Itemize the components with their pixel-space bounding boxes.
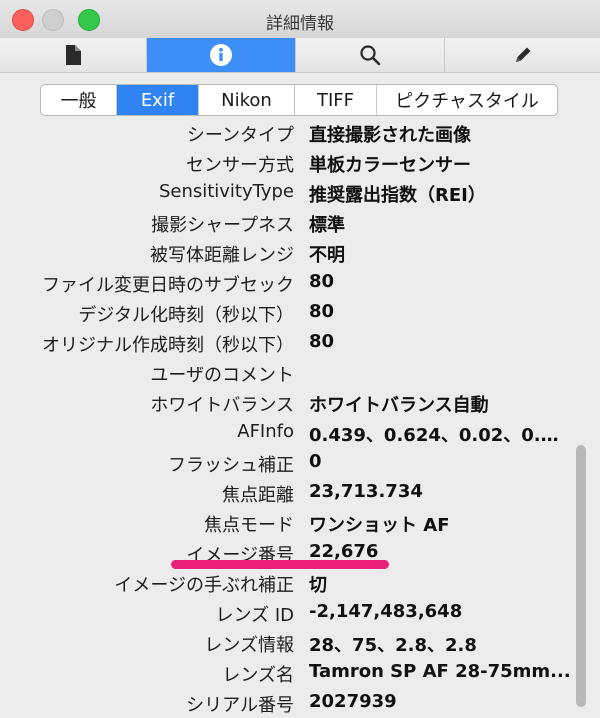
row-label: オリジナル作成時刻（秒以下） xyxy=(42,335,294,356)
table-row: シーンタイプ 直接撮影された画像 xyxy=(0,125,600,149)
metadata-segmented-control: 一般 Exif Nikon TIFF ピクチャスタイル xyxy=(40,84,558,116)
row-value: 80 xyxy=(309,271,335,292)
segment-exif[interactable]: Exif xyxy=(117,85,199,115)
segment-general[interactable]: 一般 xyxy=(41,85,117,115)
row-value: 80 xyxy=(309,331,335,352)
table-row: デジタル化時刻（秒以下） 80 xyxy=(0,299,600,329)
table-row: ユーザのコメント xyxy=(0,359,600,389)
row-value: ホワイトバランス自動 xyxy=(309,395,489,416)
table-row: 被写体距離レンジ 不明 xyxy=(0,239,600,269)
table-row: オリジナル作成時刻（秒以下） 80 xyxy=(0,329,600,359)
table-row: 撮影シャープネス 標準 xyxy=(0,209,600,239)
table-row: レンズ ID -2,147,483,648 xyxy=(0,599,600,629)
document-icon xyxy=(64,44,82,66)
row-value: 単板カラーセンサー xyxy=(309,155,471,176)
row-label: シーンタイプ xyxy=(186,125,294,146)
row-value: Tamron SP AF 28-75mm... xyxy=(309,661,571,682)
row-value: 80 xyxy=(309,301,335,322)
row-label: ユーザのコメント xyxy=(150,365,294,386)
vertical-scrollbar[interactable] xyxy=(576,445,586,707)
row-label: 被写体距離レンジ xyxy=(150,245,294,266)
row-label: ホワイトバランス xyxy=(150,395,294,416)
row-label: レンズ情報 xyxy=(204,635,294,656)
row-label: ファイル変更日時のサブセック xyxy=(42,275,294,296)
search-icon xyxy=(359,44,381,66)
segment-nikon[interactable]: Nikon xyxy=(199,85,295,115)
row-label: レンズ名 xyxy=(222,665,294,686)
table-row: SensitivityType 推奨露出指数（REI） xyxy=(0,179,600,209)
row-label: センサー方式 xyxy=(186,155,294,176)
row-value: -2,147,483,648 xyxy=(309,601,463,622)
inspector-toolbar xyxy=(0,38,600,73)
row-label: AFInfo xyxy=(237,421,294,442)
row-value: 28、75、2.8、2.8 xyxy=(309,635,477,656)
tab-info[interactable] xyxy=(147,38,296,72)
row-value: 23,713.734 xyxy=(309,481,423,502)
row-value: 2027939 xyxy=(309,691,397,712)
segment-bar: 一般 Exif Nikon TIFF ピクチャスタイル xyxy=(0,73,600,125)
row-value: 不明 xyxy=(309,245,345,266)
tab-general-file[interactable] xyxy=(0,38,147,72)
row-value: 0 xyxy=(309,451,322,472)
row-value: 切 xyxy=(309,575,327,596)
table-row: 焦点モード ワンショット AF xyxy=(0,509,600,539)
table-row: ファイル変更日時のサブセック 80 xyxy=(0,269,600,299)
row-label: デジタル化時刻（秒以下） xyxy=(78,305,294,326)
row-value: 標準 xyxy=(309,215,345,236)
window-title: 詳細情報 xyxy=(266,14,334,34)
table-row: AFInfo 0.439、0.624、0.02、0.0... xyxy=(0,419,600,449)
row-label: 焦点距離 xyxy=(222,485,294,506)
row-value: ワンショット AF xyxy=(309,515,450,536)
row-value: 22,676 xyxy=(309,541,379,562)
row-label: シリアル番号 xyxy=(186,695,294,716)
table-row: レンズ情報 28、75、2.8、2.8 xyxy=(0,629,600,659)
tab-search[interactable] xyxy=(296,38,445,72)
pencil-icon xyxy=(512,44,534,66)
tab-edit[interactable] xyxy=(445,38,600,72)
row-value: 0.439、0.624、0.02、0.0... xyxy=(309,425,571,446)
segment-tiff[interactable]: TIFF xyxy=(295,85,377,115)
table-row: 焦点距離 23,713.734 xyxy=(0,479,600,509)
highlight-underline xyxy=(171,560,389,569)
table-row: イメージの手ぶれ補正 切 xyxy=(0,569,600,599)
table-row: シリアル番号 2027939 xyxy=(0,689,600,718)
table-row: センサー方式 単板カラーセンサー xyxy=(0,149,600,179)
row-label: 撮影シャープネス xyxy=(151,215,294,236)
table-row: レンズ名 Tamron SP AF 28-75mm... xyxy=(0,659,600,689)
segment-picture-style[interactable]: ピクチャスタイル xyxy=(377,85,557,115)
table-row: フラッシュ補正 0 xyxy=(0,449,600,479)
row-value: 直接撮影された画像 xyxy=(309,125,471,146)
row-label: フラッシュ補正 xyxy=(168,455,294,476)
info-window: 詳細情報 一般 Exif Nikon TIFF ピクチャスタイル シーンタイプ … xyxy=(0,0,600,718)
row-label: イメージの手ぶれ補正 xyxy=(114,575,294,596)
row-label: レンズ ID xyxy=(215,605,294,626)
title-bar: 詳細情報 xyxy=(0,0,600,39)
row-label: SensitivityType xyxy=(158,181,294,202)
table-row: ホワイトバランス ホワイトバランス自動 xyxy=(0,389,600,419)
row-value: 推奨露出指数（REI） xyxy=(309,185,486,206)
row-label: 焦点モード xyxy=(204,515,294,536)
exif-table: シーンタイプ 直接撮影された画像 センサー方式 単板カラーセンサー Sensit… xyxy=(0,125,600,718)
info-icon xyxy=(209,43,233,67)
